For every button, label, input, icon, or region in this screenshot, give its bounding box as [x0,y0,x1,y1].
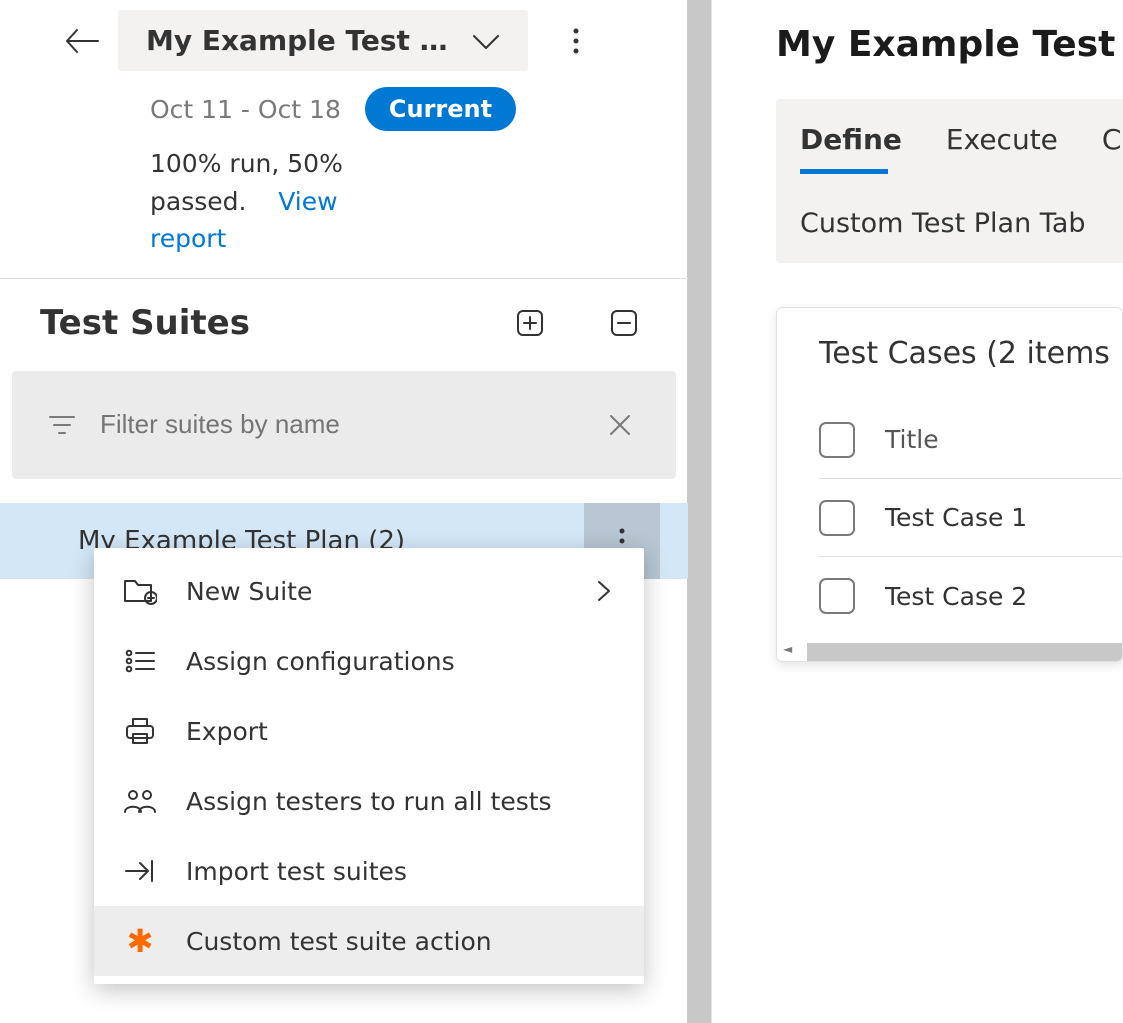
test-cases-card: Test Cases (2 items Title Test Case 1 Te… [776,307,1123,662]
test-suites-panel: My Example Test … Oct 11 - Oct 18 Curren… [0,0,712,1023]
print-icon [122,713,158,749]
test-plan-meta: Oct 11 - Oct 18 Current 100% run, 50% pa… [0,71,688,258]
list-check-icon [122,643,158,679]
date-range: Oct 11 - Oct 18 [150,95,341,124]
scroll-left-arrow[interactable]: ◄ [783,642,792,656]
chevron-right-icon [592,579,616,603]
table-row[interactable]: Test Case 2 [819,557,1122,635]
test-cases-table: Title Test Case 1 Test Case 2 [819,401,1122,635]
tab-define[interactable]: Define [800,123,902,174]
table-row[interactable]: Test Case 1 [819,479,1122,557]
test-case-title: Test Case 1 [885,503,1027,532]
clear-filter-button[interactable] [600,405,640,445]
import-icon [122,853,158,889]
test-plan-name: My Example Test … [146,24,448,57]
chevron-down-icon [472,32,500,50]
more-vertical-icon [572,27,580,55]
page-title: My Example Test Pla [776,24,1123,65]
menu-item-label: Assign testers to run all tests [186,787,616,816]
menu-item-label: Import test suites [186,857,616,886]
horizontal-scrollbar[interactable]: ◄ [777,641,1122,661]
filter-icon [48,411,76,439]
test-cases-heading: Test Cases (2 items [819,336,1122,371]
menu-item-label: Export [186,717,616,746]
suite-filter [12,371,676,479]
menu-item-label: Custom test suite action [186,927,616,956]
expand-icon [515,308,545,338]
star-icon: ✱ [122,923,158,959]
current-badge: Current [365,87,516,131]
test-plan-dropdown[interactable]: My Example Test … [118,10,528,71]
detail-tabs: Define Execute Chart Custom Test Plan Ta… [776,99,1123,263]
tab-chart[interactable]: Chart [1102,123,1123,174]
menu-custom-test-suite-action[interactable]: ✱ Custom test suite action [94,906,644,976]
menu-item-label: Assign configurations [186,647,616,676]
close-icon [608,413,632,437]
test-suites-heading: Test Suites [40,303,460,343]
expand-all-button[interactable] [506,299,554,347]
menu-assign-testers[interactable]: Assign testers to run all tests [94,766,644,836]
menu-export[interactable]: Export [94,696,644,766]
test-plan-detail-panel: My Example Test Pla Define Execute Chart… [712,0,1123,1023]
collapse-icon [609,308,639,338]
tab-execute[interactable]: Execute [946,123,1058,174]
test-case-title: Test Case 2 [885,582,1027,611]
collapse-all-button[interactable] [600,299,648,347]
people-icon [122,783,158,819]
menu-new-suite[interactable]: New Suite [94,556,644,626]
row-checkbox[interactable] [819,500,855,536]
left-scrollbar[interactable] [687,0,711,1023]
column-title: Title [885,425,939,454]
back-button[interactable] [62,21,102,61]
test-plan-more-button[interactable] [552,17,600,65]
folder-plus-icon [122,573,158,609]
suite-filter-input[interactable] [100,409,576,440]
menu-import-test-suites[interactable]: Import test suites [94,836,644,906]
custom-tab-label: Custom Test Plan Tab [800,208,1123,239]
select-all-checkbox[interactable] [819,422,855,458]
row-checkbox[interactable] [819,578,855,614]
suite-context-menu: New Suite Assign configurations Export [94,548,644,984]
table-header-row: Title [819,401,1122,479]
menu-item-label: New Suite [186,577,564,606]
arrow-left-icon [65,28,99,54]
menu-assign-configurations[interactable]: Assign configurations [94,626,644,696]
